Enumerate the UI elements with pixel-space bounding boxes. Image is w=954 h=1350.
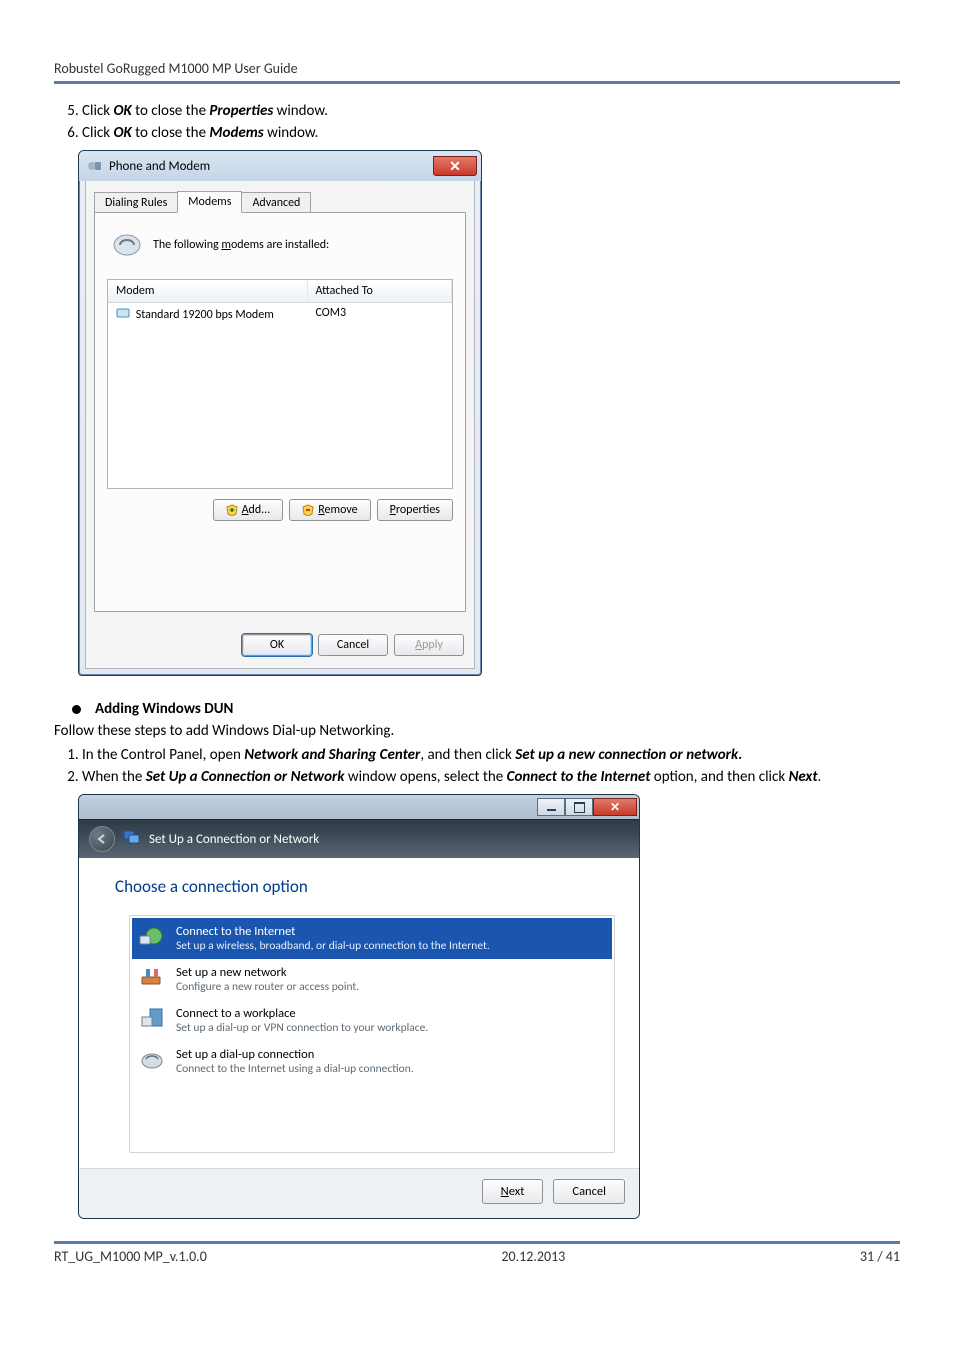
tab-advanced[interactable]: Advanced bbox=[241, 192, 311, 214]
step-6: Click OK to close the Modems window. bbox=[82, 124, 900, 142]
wizard-breadcrumb: Set Up a Connection or Network bbox=[149, 832, 319, 847]
dialog-title: Phone and Modem bbox=[109, 159, 433, 174]
minimize-button[interactable] bbox=[537, 798, 565, 816]
option-workplace[interactable]: Connect to a workplace Set up a dial-up … bbox=[132, 1000, 612, 1041]
maximize-button[interactable] bbox=[565, 798, 593, 816]
connection-options-list: Connect to the Internet Set up a wireles… bbox=[129, 915, 615, 1153]
window-frame-controls: ✕ bbox=[79, 795, 639, 819]
table-row[interactable]: Standard 19200 bps Modem COM3 bbox=[108, 303, 452, 325]
properties-button[interactable]: Properties bbox=[377, 499, 453, 521]
back-button[interactable] bbox=[89, 826, 115, 852]
document-header: Robustel GoRugged M1000 MP User Guide bbox=[54, 60, 900, 84]
option-connect-internet[interactable]: Connect to the Internet Set up a wireles… bbox=[132, 918, 612, 959]
option-dialup[interactable]: Set up a dial-up connection Connect to t… bbox=[132, 1041, 612, 1082]
option-title: Connect to the Internet bbox=[176, 924, 490, 939]
cancel-button[interactable]: Cancel bbox=[318, 634, 388, 656]
footer-center: 20.12.2013 bbox=[501, 1248, 565, 1265]
tab-strip: Dialing Rules Modems Advanced bbox=[94, 185, 466, 213]
modem-list[interactable]: Modem Attached To Standard 19200 bps Mod… bbox=[107, 279, 453, 489]
router-icon bbox=[138, 965, 166, 989]
globe-icon bbox=[138, 924, 166, 948]
tab-dialing-rules[interactable]: Dialing Rules bbox=[94, 192, 178, 214]
tab-modems[interactable]: Modems bbox=[177, 191, 242, 213]
workplace-icon bbox=[138, 1006, 166, 1030]
titlebar[interactable]: Phone and Modem ✕ bbox=[79, 151, 481, 181]
close-button[interactable]: ✕ bbox=[593, 798, 637, 816]
ok-button[interactable]: OK bbox=[242, 634, 312, 656]
document-footer: RT_UG_M1000 MP_v.1.0.0 20.12.2013 31 / 4… bbox=[54, 1241, 900, 1265]
section-heading: Adding Windows DUN bbox=[72, 700, 900, 718]
close-button[interactable]: ✕ bbox=[433, 156, 477, 176]
panel-label: The following modems are installed: bbox=[153, 238, 329, 252]
step-5: Click OK to close the Properties window. bbox=[82, 102, 900, 120]
step-1: In the Control Panel, open Network and S… bbox=[82, 746, 900, 764]
add-button[interactable]: Add... bbox=[213, 499, 284, 521]
option-title: Set up a dial-up connection bbox=[176, 1047, 414, 1062]
modem-port: COM3 bbox=[308, 303, 452, 325]
table-header: Modem Attached To bbox=[108, 280, 452, 303]
shield-remove-icon bbox=[302, 504, 314, 516]
modem-name: Standard 19200 bps Modem bbox=[136, 308, 274, 322]
option-new-network[interactable]: Set up a new network Configure a new rou… bbox=[132, 959, 612, 1000]
modems-panel: The following modems are installed: Mode… bbox=[94, 212, 466, 612]
cancel-button[interactable]: Cancel bbox=[553, 1179, 625, 1204]
col-attached-to[interactable]: Attached To bbox=[308, 280, 452, 302]
phone-and-modem-dialog: Phone and Modem ✕ Dialing Rules Modems A… bbox=[78, 150, 482, 676]
option-desc: Connect to the Internet using a dial-up … bbox=[176, 1062, 414, 1076]
option-desc: Configure a new router or access point. bbox=[176, 980, 359, 994]
section-intro: Follow these steps to add Windows Dial-u… bbox=[54, 722, 900, 740]
numbered-steps: Click OK to close the Properties window.… bbox=[54, 102, 900, 142]
option-desc: Set up a wireless, broadband, or dial-up… bbox=[176, 939, 490, 953]
col-modem[interactable]: Modem bbox=[108, 280, 308, 302]
wizard-header: Set Up a Connection or Network bbox=[79, 819, 639, 858]
phone-modem-icon bbox=[87, 158, 103, 174]
modem-item-icon bbox=[116, 306, 130, 320]
footer-left: RT_UG_M1000 MP_v.1.0.0 bbox=[54, 1248, 207, 1265]
network-wizard-icon bbox=[123, 829, 141, 849]
shield-add-icon bbox=[226, 504, 238, 516]
option-title: Connect to a workplace bbox=[176, 1006, 428, 1021]
next-button[interactable]: Next bbox=[482, 1179, 544, 1204]
option-desc: Set up a dial-up or VPN connection to yo… bbox=[176, 1021, 428, 1035]
step-2: When the Set Up a Connection or Network … bbox=[82, 768, 900, 786]
wizard-title: Choose a connection option bbox=[115, 876, 615, 897]
bullet-icon bbox=[72, 705, 81, 714]
modem-section-icon bbox=[111, 229, 143, 261]
numbered-steps-2: In the Control Panel, open Network and S… bbox=[54, 746, 900, 786]
option-title: Set up a new network bbox=[176, 965, 359, 980]
dialup-icon bbox=[138, 1047, 166, 1071]
connection-wizard-dialog: ✕ Set Up a Connection or Network Choose … bbox=[78, 794, 640, 1219]
remove-button[interactable]: Remove bbox=[289, 499, 370, 521]
apply-button: Apply bbox=[394, 634, 464, 656]
footer-right: 31 / 41 bbox=[860, 1248, 900, 1265]
